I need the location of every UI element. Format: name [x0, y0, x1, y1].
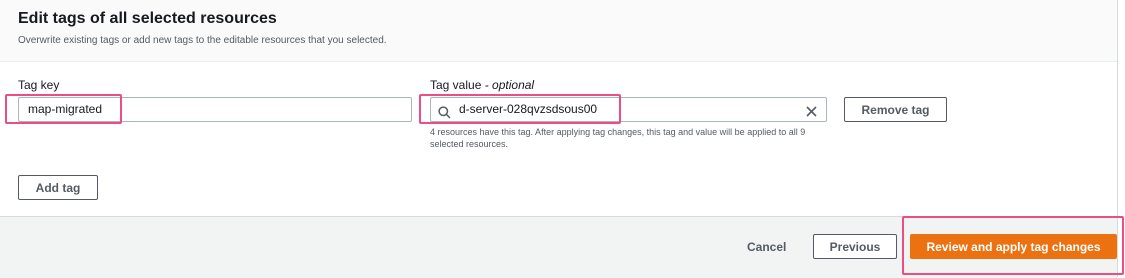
tag-key-label: Tag key — [18, 78, 60, 92]
panel-header: Edit tags of all selected resources Over… — [0, 0, 1117, 62]
search-icon — [438, 104, 452, 119]
page-description: Overwrite existing tags or add new tags … — [18, 35, 387, 46]
review-apply-button[interactable]: Review and apply tag changes — [910, 234, 1117, 259]
panel-footer: Cancel Previous Review and apply tag cha… — [0, 216, 1117, 278]
tag-value-label: Tag value - optional — [430, 78, 534, 92]
remove-tag-button[interactable]: Remove tag — [844, 97, 947, 122]
page-title: Edit tags of all selected resources — [18, 10, 277, 27]
close-icon[interactable] — [805, 103, 818, 117]
add-tag-button[interactable]: Add tag — [18, 175, 98, 200]
tag-key-value: map-migrated — [28, 102, 103, 116]
tag-value-label-text: Tag value — [430, 78, 482, 92]
cancel-button[interactable]: Cancel — [747, 240, 786, 254]
tag-key-input[interactable]: map-migrated — [18, 97, 412, 122]
edit-tags-panel: Edit tags of all selected resources Over… — [0, 0, 1118, 278]
previous-button[interactable]: Previous — [813, 234, 897, 259]
tag-value-hint: 4 resources have this tag. After applyin… — [430, 127, 806, 149]
tag-value-input[interactable]: d-server-028qvzsdsous00 — [430, 97, 827, 122]
tag-value-text: d-server-028qvzsdsous00 — [459, 102, 598, 116]
optional-text: - optional — [484, 78, 535, 92]
